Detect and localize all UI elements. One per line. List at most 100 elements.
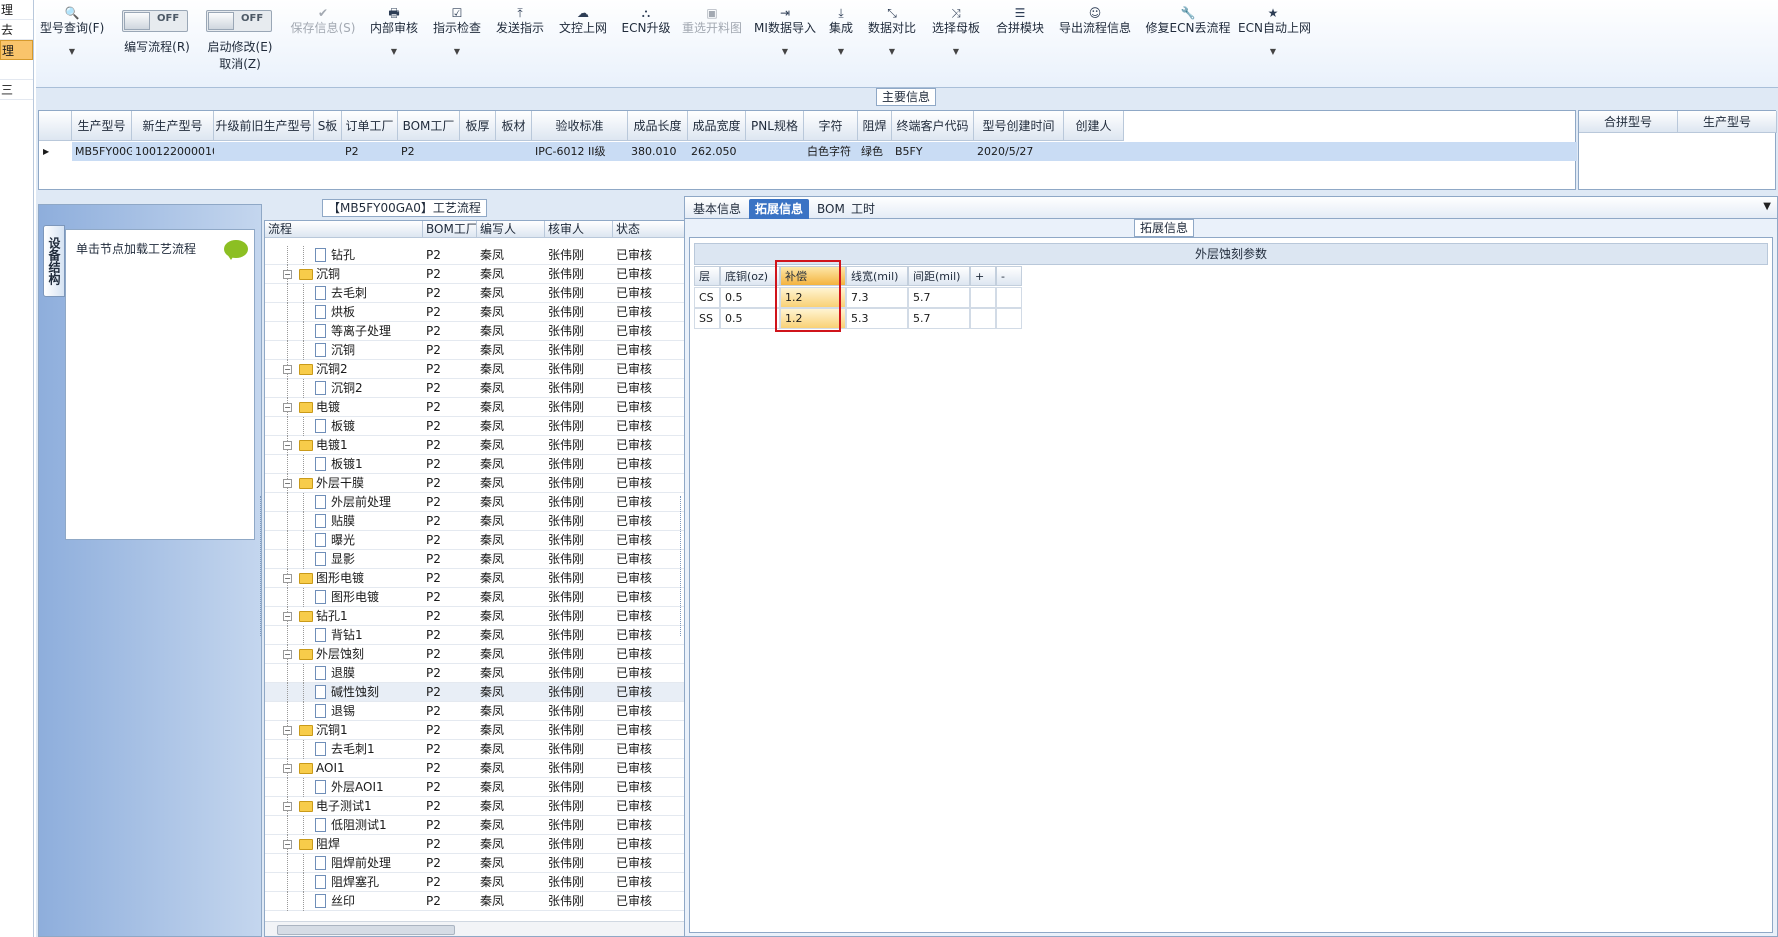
- param-cell[interactable]: 5.7: [908, 287, 970, 308]
- param-cell[interactable]: 0.5: [720, 308, 780, 329]
- collapse-toggle-icon[interactable]: −: [283, 726, 292, 735]
- column-header[interactable]: 生产型号: [72, 111, 132, 141]
- tree-row[interactable]: 退膜 P2 秦凤 张伟刚 已审核: [265, 664, 695, 683]
- tree-row[interactable]: 丝印 P2 秦凤 张伟刚 已审核: [265, 892, 695, 911]
- param-cell[interactable]: CS: [694, 287, 720, 308]
- tree-row[interactable]: 贴膜 P2 秦凤 张伟刚 已审核: [265, 512, 695, 531]
- merge-module-button[interactable]: ☰ 合拼模块: [994, 6, 1046, 36]
- mi-import-button[interactable]: ⇥ MI数据导入 ▼: [752, 6, 818, 60]
- query-button[interactable]: 🔍 型号查询(F) ▼: [40, 6, 104, 60]
- check-instruction-button[interactable]: ☑ 指示检查 ▼: [431, 6, 483, 60]
- param-cell[interactable]: 5.3: [846, 308, 908, 329]
- collapse-toggle-icon[interactable]: −: [283, 574, 292, 583]
- left-nav-item[interactable]: 理: [0, 0, 33, 20]
- start-edit-toggle[interactable]: OFF: [206, 10, 272, 32]
- tree-row[interactable]: − 电镀1 P2 秦凤 张伟刚 已审核: [265, 436, 695, 455]
- tree-row[interactable]: 等离子处理 P2 秦凤 张伟刚 已审核: [265, 322, 695, 341]
- param-cell[interactable]: 5.7: [908, 308, 970, 329]
- recut-chart-button[interactable]: ▣ 重选开料图: [679, 6, 745, 36]
- collapse-toggle-icon[interactable]: −: [283, 479, 292, 488]
- tree-row[interactable]: 阻焊塞孔 P2 秦凤 张伟刚 已审核: [265, 873, 695, 892]
- internal-audit-button[interactable]: 🖶 内部审核 ▼: [368, 6, 420, 60]
- column-header[interactable]: 编写人: [477, 221, 545, 238]
- data-compare-button[interactable]: ⤡ 数据对比 ▼: [866, 6, 918, 60]
- collapse-toggle-icon[interactable]: −: [283, 840, 292, 849]
- column-header[interactable]: 终端客户代码: [892, 111, 974, 141]
- tree-row[interactable]: − 外层干膜 P2 秦凤 张伟刚 已审核: [265, 474, 695, 493]
- tree-row[interactable]: − AOI1 P2 秦凤 张伟刚 已审核: [265, 759, 695, 778]
- param-header[interactable]: 底铜(oz): [720, 266, 780, 286]
- tree-row[interactable]: − 沉铜2 P2 秦凤 张伟刚 已审核: [265, 360, 695, 379]
- tree-row[interactable]: − 阻焊 P2 秦凤 张伟刚 已审核: [265, 835, 695, 854]
- left-nav-item[interactable]: 去: [0, 20, 33, 40]
- tree-row[interactable]: 钻孔 P2 秦凤 张伟刚 已审核: [265, 246, 695, 265]
- param-cell[interactable]: 0.5: [720, 287, 780, 308]
- column-header[interactable]: 板厚: [460, 111, 496, 141]
- column-header[interactable]: 板材: [496, 111, 532, 141]
- send-instruction-button[interactable]: ⤒ 发送指示: [494, 6, 546, 36]
- param-header[interactable]: +: [970, 266, 996, 286]
- tab-work-hours[interactable]: 工时: [845, 199, 881, 219]
- column-header[interactable]: 成品宽度: [688, 111, 746, 141]
- tree-row[interactable]: 去毛刺 P2 秦凤 张伟刚 已审核: [265, 284, 695, 303]
- column-header[interactable]: 字符: [804, 111, 858, 141]
- tree-row[interactable]: 沉铜 P2 秦凤 张伟刚 已审核: [265, 341, 695, 360]
- param-header[interactable]: 层: [694, 266, 720, 286]
- param-cell[interactable]: [996, 287, 1022, 308]
- select-mother-board-button[interactable]: ⤨ 选择母板 ▼: [930, 6, 982, 60]
- tree-row[interactable]: 烘板 P2 秦凤 张伟刚 已审核: [265, 303, 695, 322]
- collapse-toggle-icon[interactable]: −: [283, 764, 292, 773]
- tree-row[interactable]: − 沉铜 P2 秦凤 张伟刚 已审核: [265, 265, 695, 284]
- merge-model-header[interactable]: 合拼型号: [1579, 111, 1678, 133]
- tree-row[interactable]: 沉铜2 P2 秦凤 张伟刚 已审核: [265, 379, 695, 398]
- param-cell[interactable]: [970, 308, 996, 329]
- production-model-header[interactable]: 生产型号: [1678, 111, 1777, 133]
- ecn-auto-upload-button[interactable]: ★ ECN自动上网 ▼: [1238, 6, 1311, 60]
- cancel-edit-label[interactable]: 取消(Z): [202, 55, 278, 72]
- param-cell[interactable]: [970, 287, 996, 308]
- left-nav-item[interactable]: 理: [0, 40, 33, 60]
- param-cell[interactable]: [996, 308, 1022, 329]
- tree-row[interactable]: 碱性蚀刻 P2 秦凤 张伟刚 已审核: [265, 683, 695, 702]
- tree-row[interactable]: 阻焊前处理 P2 秦凤 张伟刚 已审核: [265, 854, 695, 873]
- doc-upload-button[interactable]: ☁ 文控上网: [557, 6, 609, 36]
- collapse-toggle-icon[interactable]: −: [283, 441, 292, 450]
- tree-row[interactable]: 低阻测试1 P2 秦凤 张伟刚 已审核: [265, 816, 695, 835]
- tree-row[interactable]: 去毛刺1 P2 秦凤 张伟刚 已审核: [265, 740, 695, 759]
- scroll-thumb[interactable]: [277, 925, 455, 935]
- tree-row[interactable]: − 钻孔1 P2 秦凤 张伟刚 已审核: [265, 607, 695, 626]
- column-header[interactable]: 型号创建时间: [974, 111, 1064, 141]
- tree-row[interactable]: 外层前处理 P2 秦凤 张伟刚 已审核: [265, 493, 695, 512]
- column-header[interactable]: 升级前旧生产型号: [214, 111, 314, 141]
- column-header[interactable]: 核审人: [545, 221, 613, 238]
- tree-row[interactable]: − 外层蚀刻 P2 秦凤 张伟刚 已审核: [265, 645, 695, 664]
- collapse-toggle-icon[interactable]: −: [283, 612, 292, 621]
- column-header[interactable]: 阻焊: [858, 111, 892, 141]
- tree-row[interactable]: 曝光 P2 秦凤 张伟刚 已审核: [265, 531, 695, 550]
- tree-row[interactable]: 外层AOI1 P2 秦凤 张伟刚 已审核: [265, 778, 695, 797]
- left-nav-item[interactable]: 三: [0, 80, 33, 100]
- device-tree-box[interactable]: 单击节点加载工艺流程: [65, 229, 255, 540]
- tree-row[interactable]: − 沉铜1 P2 秦凤 张伟刚 已审核: [265, 721, 695, 740]
- ecn-upgrade-button[interactable]: ⛬ ECN升级: [620, 6, 672, 36]
- column-header[interactable]: 验收标准: [532, 111, 628, 141]
- tree-row[interactable]: 板镀 P2 秦凤 张伟刚 已审核: [265, 417, 695, 436]
- horizontal-scrollbar[interactable]: [265, 921, 711, 936]
- collapse-toggle-icon[interactable]: −: [283, 365, 292, 374]
- column-header[interactable]: 创建人: [1064, 111, 1124, 141]
- integrate-button[interactable]: ⤓ 集成 ▼: [828, 6, 854, 60]
- tab-basic-info[interactable]: 基本信息: [687, 199, 747, 219]
- tree-row[interactable]: − 电镀 P2 秦凤 张伟刚 已审核: [265, 398, 695, 417]
- column-header[interactable]: BOM工厂: [423, 221, 477, 238]
- export-flow-button[interactable]: ☺ 导出流程信息: [1056, 6, 1134, 36]
- device-structure-tab[interactable]: 设备结构: [43, 225, 65, 297]
- column-header[interactable]: BOM工厂: [398, 111, 460, 141]
- repair-ecn-button[interactable]: 🔧 修复ECN丢流程: [1144, 6, 1232, 36]
- param-header[interactable]: 间距(mil): [908, 266, 970, 286]
- tree-row[interactable]: 板镀1 P2 秦凤 张伟刚 已审核: [265, 455, 695, 474]
- collapse-toggle-icon[interactable]: −: [283, 650, 292, 659]
- tree-row[interactable]: 显影 P2 秦凤 张伟刚 已审核: [265, 550, 695, 569]
- tree-row[interactable]: − 电子测试1 P2 秦凤 张伟刚 已审核: [265, 797, 695, 816]
- collapse-toggle-icon[interactable]: −: [283, 802, 292, 811]
- write-flow-toggle[interactable]: OFF: [122, 10, 188, 32]
